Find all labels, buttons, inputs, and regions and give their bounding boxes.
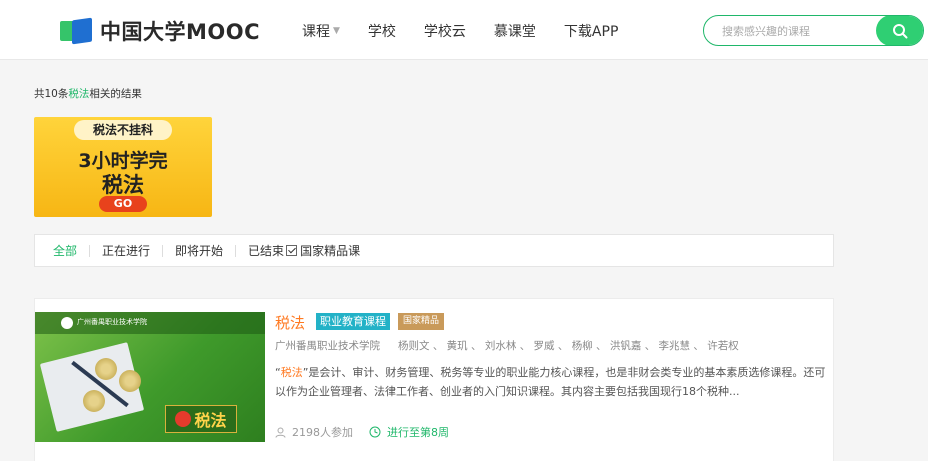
banner-subject: 税法 bbox=[102, 173, 144, 197]
logo-icon bbox=[60, 17, 94, 45]
nav-item-mooc-classroom[interactable]: 慕课堂 bbox=[494, 21, 536, 41]
result-count-suffix: 相关的结果 bbox=[89, 88, 142, 100]
national-quality-badge: 国家精品 bbox=[398, 313, 445, 330]
course-school[interactable]: 广州番禺职业技术学院 bbox=[275, 338, 380, 353]
thumb-title-badge: 税法 bbox=[165, 405, 237, 433]
nav-item-label: 学校 bbox=[367, 24, 396, 40]
search-input[interactable] bbox=[722, 22, 872, 40]
coin-icon bbox=[83, 390, 105, 412]
nav-item-label: 慕课堂 bbox=[493, 24, 536, 40]
result-keyword: 税法 bbox=[68, 88, 90, 100]
clock-icon bbox=[369, 426, 381, 438]
nav-item-label: 学校云 bbox=[423, 24, 466, 40]
search-box bbox=[703, 15, 924, 46]
filter-bar: 全部 正在进行 即将开始 已结束 国家精品课 bbox=[34, 234, 834, 267]
desc-text: 是会计、审计、财务管理、税务等专业的职业能力核心课程，也是非财会类专业的基本素质… bbox=[275, 366, 826, 398]
nav-item-label: 课程 bbox=[302, 24, 330, 40]
checkbox-label: 国家精品课 bbox=[300, 244, 361, 258]
thumb-title: 税法 bbox=[194, 411, 227, 430]
filter-all[interactable]: 全部 bbox=[53, 242, 77, 259]
progress-text: 进行至第8周 bbox=[387, 426, 449, 439]
course-card[interactable]: 广州番禺职业技术学院 税法 税法 职业教育课程 国家精品 广州番禺职业技术学院 … bbox=[34, 298, 834, 461]
nav-item-courses[interactable]: 课程 ▼ bbox=[302, 21, 340, 41]
school-emblem-icon bbox=[61, 317, 73, 329]
thumb-school-name: 广州番禺职业技术学院 bbox=[77, 318, 147, 326]
user-icon bbox=[275, 427, 286, 438]
filter-ongoing[interactable]: 正在进行 bbox=[102, 242, 150, 259]
result-count: 共10条税法相关的结果 bbox=[34, 86, 142, 101]
nav-item-label: 下载APP bbox=[563, 24, 619, 40]
divider bbox=[89, 244, 91, 257]
desc-keyword: 税法 bbox=[280, 366, 303, 379]
main-nav: 课程 ▼ 学校 学校云 慕课堂 下载APP bbox=[302, 21, 646, 41]
nav-item-schools[interactable]: 学校 bbox=[368, 21, 396, 41]
coin-icon bbox=[95, 358, 117, 380]
search-button[interactable] bbox=[876, 16, 923, 45]
course-title[interactable]: 税法 bbox=[275, 312, 305, 333]
logo-text: 中国大学MOOC bbox=[100, 20, 261, 44]
course-meta: 2198人参加 进行至第8周 bbox=[275, 424, 449, 440]
divider bbox=[235, 244, 237, 257]
filter-upcoming[interactable]: 即将开始 bbox=[175, 242, 223, 259]
coin-icon bbox=[119, 370, 141, 392]
site-logo[interactable]: 中国大学MOOC bbox=[60, 17, 260, 45]
nav-item-download-app[interactable]: 下载APP bbox=[564, 21, 618, 41]
top-header: 中国大学MOOC 课程 ▼ 学校 学校云 慕课堂 下载APP bbox=[0, 0, 928, 60]
promo-banner[interactable]: 税法不挂科 3小时学完 税法 GO bbox=[34, 117, 212, 217]
banner-go-button[interactable]: GO bbox=[99, 196, 147, 212]
search-icon bbox=[893, 23, 908, 38]
result-count-prefix: 共10条 bbox=[34, 88, 69, 100]
national-quality-checkbox[interactable]: 国家精品课 bbox=[286, 242, 360, 259]
banner-tag: 税法不挂科 bbox=[74, 120, 172, 140]
tax-seal-icon bbox=[175, 411, 192, 427]
nav-item-school-cloud[interactable]: 学校云 bbox=[424, 21, 466, 41]
chevron-down-icon: ▼ bbox=[333, 26, 340, 36]
divider bbox=[162, 244, 164, 257]
checkbox-checked-icon[interactable] bbox=[286, 245, 298, 256]
course-thumbnail[interactable]: 广州番禺职业技术学院 税法 bbox=[35, 312, 265, 442]
filter-ended[interactable]: 已结束 bbox=[248, 242, 284, 259]
participants-count: 2198人参加 bbox=[292, 426, 353, 439]
course-progress: 进行至第8周 bbox=[369, 424, 449, 440]
course-description: “税法”是会计、审计、财务管理、税务等专业的职业能力核心课程，也是非财会类专业的… bbox=[275, 363, 830, 401]
course-teachers: 杨则文 、 黄玑 、 刘水林 、 罗威 、 杨柳 、 洪钒嘉 、 李兆慧 、 许… bbox=[398, 340, 739, 352]
category-badge: 职业教育课程 bbox=[316, 313, 390, 330]
